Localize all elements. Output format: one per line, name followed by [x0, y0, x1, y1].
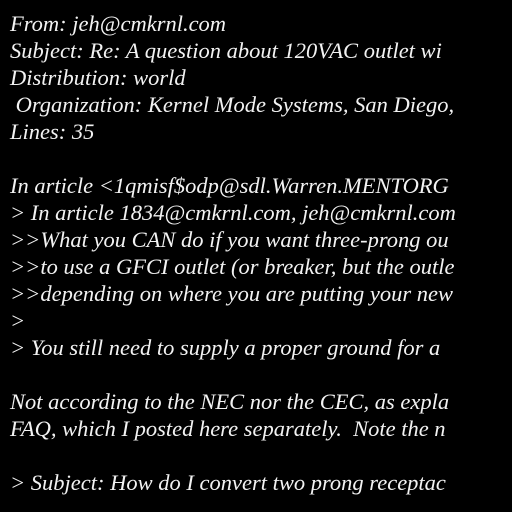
header-from: From: jeh@cmkrnl.com: [10, 11, 227, 36]
body-line: FAQ, which I posted here separately. Not…: [10, 416, 446, 441]
email-document: From: jeh@cmkrnl.com Subject: Re: A ques…: [0, 0, 512, 512]
header-lines: Lines: 35: [10, 119, 95, 144]
header-subject: Subject: Re: A question about 120VAC out…: [10, 38, 442, 63]
header-organization: Organization: Kernel Mode Systems, San D…: [10, 92, 455, 117]
quoted-line: > In article 1834@cmkrnl.com, jeh@cmkrnl…: [10, 200, 456, 225]
body-line: Not according to the NEC nor the CEC, as…: [10, 389, 450, 414]
header-distribution: Distribution: world: [10, 65, 186, 90]
body-line: In article <1qmisf$odp@sdl.Warren.MENTOR…: [10, 173, 449, 198]
quoted-line: > You still need to supply a proper grou…: [10, 335, 441, 360]
quoted-line: > Subject: How do I convert two prong re…: [10, 470, 446, 495]
quoted-line: >: [10, 308, 26, 333]
quoted-line: >>depending on where you are putting you…: [10, 281, 454, 306]
quoted-line: >>What you CAN do if you want three-pron…: [10, 227, 449, 252]
quoted-line: >>to use a GFCI outlet (or breaker, but …: [10, 254, 455, 279]
